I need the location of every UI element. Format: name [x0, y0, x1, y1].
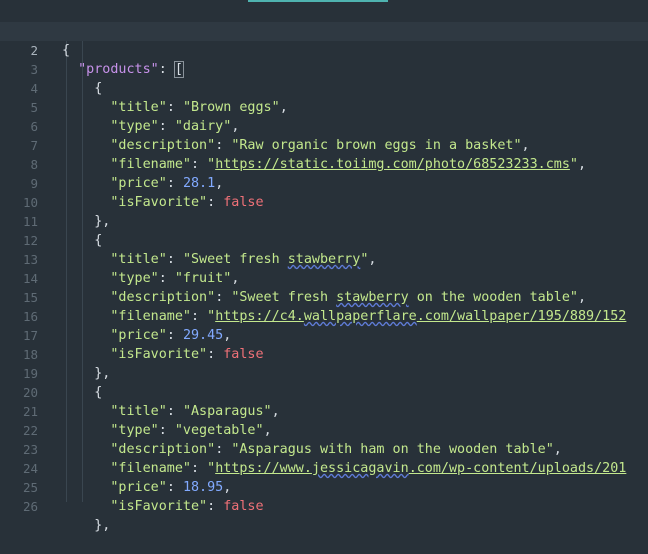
code-line[interactable]: 16 "price": 29.45, — [0, 288, 648, 343]
active-tab-indicator — [248, 0, 388, 2]
code-line[interactable]: 26 }, — [0, 478, 648, 533]
code-line[interactable]: 9 "isFavorite": false — [0, 155, 648, 210]
code-line[interactable]: 4 "title": "Brown eggs", — [0, 60, 648, 115]
line-number: 26 — [22, 499, 38, 514]
code-text: "isFavorite": false — [110, 499, 264, 514]
code-line[interactable]: 3 { — [0, 41, 648, 96]
code-line-active[interactable]: 2 "products": [ — [0, 22, 648, 78]
code-line[interactable]: 23 "filename": "https://www.jessicagavin… — [0, 421, 648, 476]
code-line[interactable]: 1 { — [0, 3, 648, 58]
code-line[interactable]: 11 { — [0, 193, 648, 248]
code-text: }, — [94, 518, 111, 533]
json-key: "isFavorite" — [110, 499, 208, 514]
code-line[interactable]: 24 "price": 18.95, — [0, 440, 648, 495]
code-line[interactable]: 5 "type": "dairy", — [0, 79, 648, 134]
code-line[interactable]: 13 "type": "fruit", — [0, 231, 648, 286]
code-line[interactable]: 17 "isFavorite": false — [0, 307, 648, 362]
code-line[interactable]: 15 "filename": "https://c4.wallpaperflar… — [0, 269, 648, 324]
code-line[interactable]: 19 { — [0, 345, 648, 400]
code-line[interactable]: 10 }, — [0, 174, 648, 229]
code-line[interactable]: 25 "isFavorite": false — [0, 459, 648, 514]
code-line[interactable]: 14 "description": "Sweet fresh stawberry… — [0, 250, 648, 305]
code-line[interactable]: 7 "filename": "https://static.toiimg.com… — [0, 117, 648, 172]
json-boolean: false — [223, 499, 264, 514]
code-line[interactable]: 18 }, — [0, 326, 648, 381]
code-lines[interactable]: 1 { 2 "products": [ 3 { 4 "title": "Brow… — [0, 3, 648, 533]
code-line[interactable]: 8 "price": 28.1, — [0, 136, 648, 191]
code-line[interactable]: 20 "title": "Asparagus", — [0, 364, 648, 419]
code-line[interactable]: 6 "description": "Raw organic brown eggs… — [0, 98, 648, 153]
code-editor[interactable]: 1 { 2 "products": [ 3 { 4 "title": "Brow… — [0, 0, 648, 533]
code-line[interactable]: 22 "description": "Asparagus with ham on… — [0, 402, 648, 457]
code-line[interactable]: 12 "title": "Sweet fresh stawberry", — [0, 212, 648, 267]
code-line[interactable]: 21 "type": "vegetable", — [0, 383, 648, 438]
